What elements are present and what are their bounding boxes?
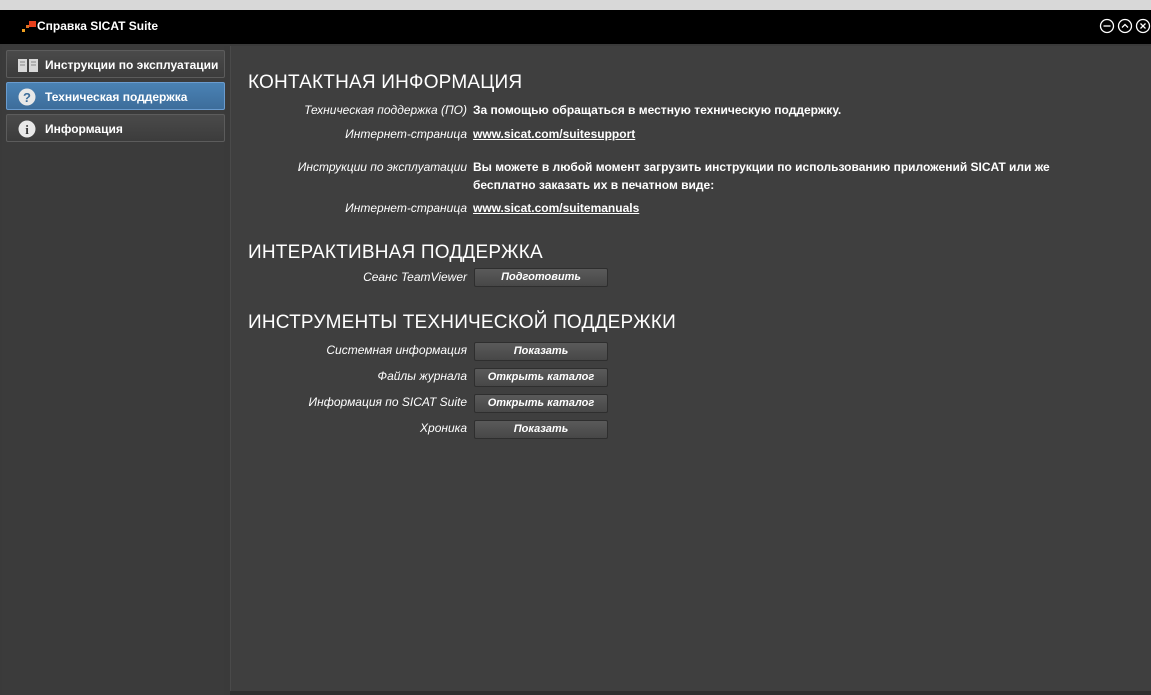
- teamviewer-label: Сеанс TeamViewer: [363, 270, 467, 284]
- manuals-text-line1: Вы можете в любой момент загрузить инстр…: [473, 160, 1050, 174]
- maximize-icon[interactable]: [1117, 18, 1133, 34]
- sidebar-item-label: Инструкции по эксплуатации: [45, 58, 219, 72]
- manuals-link[interactable]: www.sicat.com/suitemanuals: [473, 201, 639, 215]
- interactive-heading: ИНТЕРАКТИВНАЯ ПОДДЕРЖКА: [248, 242, 543, 263]
- support-label: Техническая поддержка (ПО): [304, 103, 467, 117]
- sidebar-item-label: Техническая поддержка: [45, 90, 188, 104]
- manuals-text-line2: бесплатно заказать их в печатном виде:: [473, 178, 715, 192]
- bottom-border: [230, 691, 1151, 695]
- manuals-label: Инструкции по эксплуатации: [297, 160, 467, 174]
- window-title: Справка SICAT Suite: [37, 19, 159, 33]
- close-icon[interactable]: [1135, 18, 1151, 34]
- contact-heading: КОНТАКТНАЯ ИНФОРМАЦИЯ: [248, 72, 523, 93]
- history-label: Хроника: [420, 421, 467, 435]
- window-controls: [1099, 18, 1151, 34]
- info-icon: i: [17, 120, 37, 138]
- sidebar-item-info[interactable]: i Информация: [6, 114, 225, 142]
- suite-info-label: Информация по SICAT Suite: [308, 395, 467, 409]
- show-history-button[interactable]: Показать: [474, 420, 608, 439]
- system-info-label: Системная информация: [326, 343, 467, 357]
- sicat-logo-icon: [22, 20, 36, 38]
- book-icon: [17, 56, 38, 74]
- sidebar: Инструкции по эксплуатации ? Техническая…: [2, 46, 225, 695]
- show-system-info-button[interactable]: Показать: [474, 342, 608, 361]
- support-link[interactable]: www.sicat.com/suitesupport: [473, 127, 635, 141]
- sidebar-item-manuals[interactable]: Инструкции по эксплуатации: [6, 50, 225, 78]
- log-files-label: Файлы журнала: [377, 369, 467, 383]
- minimize-icon[interactable]: [1099, 18, 1115, 34]
- sidebar-item-support[interactable]: ? Техническая поддержка: [6, 82, 225, 110]
- content-panel: [230, 46, 1151, 691]
- title-bar: Справка SICAT Suite: [0, 10, 1151, 44]
- svg-text:?: ?: [23, 90, 31, 105]
- support-value: За помощью обращаться в местную техничес…: [473, 103, 842, 117]
- open-suite-folder-button[interactable]: Открыть каталог: [474, 394, 608, 413]
- window-top-border: [0, 0, 1151, 10]
- prepare-teamviewer-button[interactable]: Подготовить: [474, 268, 608, 287]
- web2-label: Интернет-страница: [345, 201, 467, 215]
- tools-heading: ИНСТРУМЕНТЫ ТЕХНИЧЕСКОЙ ПОДДЕРЖКИ: [248, 312, 677, 333]
- sidebar-item-label: Информация: [45, 122, 123, 136]
- web1-label: Интернет-страница: [345, 127, 467, 141]
- open-log-folder-button[interactable]: Открыть каталог: [474, 368, 608, 387]
- svg-text:i: i: [25, 122, 29, 137]
- question-icon: ?: [17, 88, 37, 106]
